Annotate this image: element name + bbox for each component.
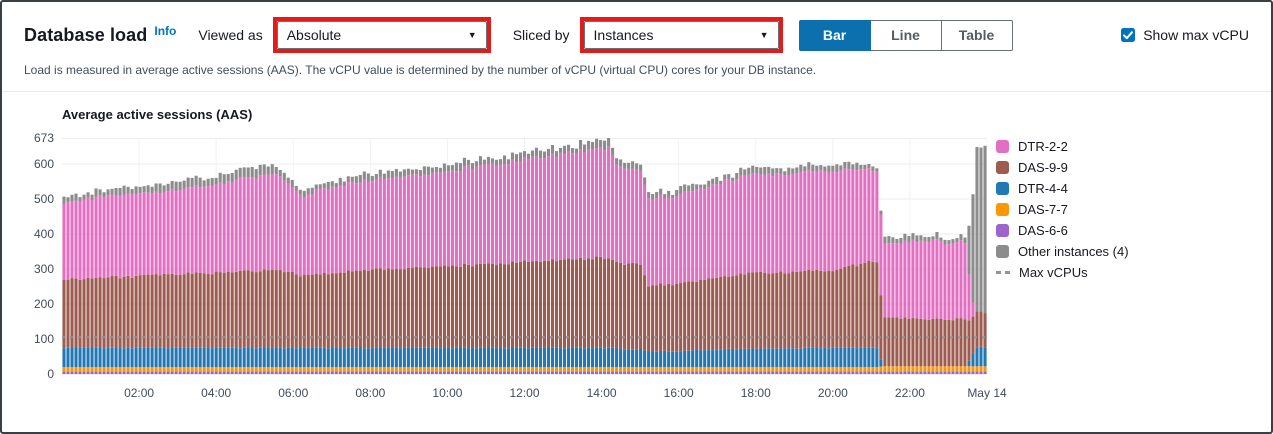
legend-item-max-vcpus[interactable]: Max vCPUs xyxy=(996,262,1129,283)
x-tick-label: 02:00 xyxy=(104,386,174,400)
x-tick-label: 04:00 xyxy=(181,386,251,400)
x-tick-label: 16:00 xyxy=(644,386,714,400)
line-view-button[interactable]: Line xyxy=(870,20,942,51)
legend-label: DTR-4-4 xyxy=(1018,181,1068,196)
x-tick-label: 12:00 xyxy=(490,386,560,400)
legend-item[interactable]: Other instances (4) xyxy=(996,241,1129,262)
chevron-down-icon: ▼ xyxy=(760,30,769,40)
legend-label: DTR-2-2 xyxy=(1018,139,1068,154)
legend-swatch-icon xyxy=(996,203,1009,216)
y-tick-label: 200 xyxy=(6,297,54,311)
database-load-widget: Database load Info Viewed as Absolute ▼ … xyxy=(2,2,1271,428)
legend-label: DAS-6-6 xyxy=(1018,223,1068,238)
legend-label: DAS-9-9 xyxy=(1018,160,1068,175)
legend-item[interactable]: DAS-9-9 xyxy=(996,157,1129,178)
stacked-bar-plot[interactable] xyxy=(62,138,987,380)
x-tick-label: 06:00 xyxy=(258,386,328,400)
legend-item[interactable]: DTR-2-2 xyxy=(996,136,1129,157)
checkbox-checked-icon[interactable] xyxy=(1121,28,1135,42)
sliced-by-select[interactable]: Instances ▼ xyxy=(584,21,779,49)
legend-item[interactable]: DAS-6-6 xyxy=(996,220,1129,241)
chart-title: Average active sessions (AAS) xyxy=(62,107,252,122)
viewed-as-label: Viewed as xyxy=(198,27,262,43)
legend-swatch-icon xyxy=(996,224,1009,237)
chart-type-toggle: Bar Line Table xyxy=(799,20,1013,51)
legend-item[interactable]: DTR-4-4 xyxy=(996,178,1129,199)
legend-label: DAS-7-7 xyxy=(1018,202,1068,217)
y-tick-label: 100 xyxy=(6,332,54,346)
viewed-as-value: Absolute xyxy=(287,27,341,43)
legend-item[interactable]: DAS-7-7 xyxy=(996,199,1129,220)
x-tick-label: 14:00 xyxy=(567,386,637,400)
legend-label: Max vCPUs xyxy=(1019,265,1088,280)
x-tick-label: 08:00 xyxy=(335,386,405,400)
y-tick-label: 300 xyxy=(6,262,54,276)
legend-swatch-icon xyxy=(996,245,1009,258)
widget-description: Load is measured in average active sessi… xyxy=(2,53,1271,91)
show-max-vcpu-label: Show max vCPU xyxy=(1143,27,1249,43)
viewed-as-annotation-box: Absolute ▼ xyxy=(273,17,491,53)
table-view-button[interactable]: Table xyxy=(941,20,1013,51)
legend-swatch-icon xyxy=(996,182,1009,195)
bar-view-button[interactable]: Bar xyxy=(799,20,871,51)
chevron-down-icon: ▼ xyxy=(468,30,477,40)
sliced-by-value: Instances xyxy=(594,27,654,43)
x-tick-label: 20:00 xyxy=(798,386,868,400)
info-link[interactable]: Info xyxy=(154,24,176,38)
viewed-as-select[interactable]: Absolute ▼ xyxy=(277,21,487,49)
show-max-vcpu-checkbox[interactable]: Show max vCPU xyxy=(1121,27,1249,43)
chart-legend: DTR-2-2 DAS-9-9 DTR-4-4 DAS-7-7 DAS-6-6 Other… xyxy=(996,136,1129,283)
sliced-by-label: Sliced by xyxy=(513,27,570,43)
x-tick-label: May 14 xyxy=(952,386,1022,400)
y-tick-label: 600 xyxy=(6,157,54,171)
y-tick-label: 0 xyxy=(6,367,54,381)
sliced-by-annotation-box: Instances ▼ xyxy=(580,17,783,53)
page-title: Database load xyxy=(24,25,147,46)
legend-swatch-icon xyxy=(996,161,1009,174)
y-tick-label: 500 xyxy=(6,192,54,206)
y-tick-label: 673 xyxy=(6,131,54,145)
legend-swatch-icon xyxy=(996,140,1009,153)
y-tick-label: 400 xyxy=(6,227,54,241)
x-tick-label: 18:00 xyxy=(721,386,791,400)
x-tick-label: 22:00 xyxy=(875,386,945,400)
x-tick-label: 10:00 xyxy=(412,386,482,400)
dashed-line-icon xyxy=(996,271,1010,274)
widget-header: Database load Info Viewed as Absolute ▼ … xyxy=(2,2,1271,53)
legend-label: Other instances (4) xyxy=(1018,244,1129,259)
db-load-chart: Average active sessions (AAS) 673 600 500 4… xyxy=(2,92,1271,428)
